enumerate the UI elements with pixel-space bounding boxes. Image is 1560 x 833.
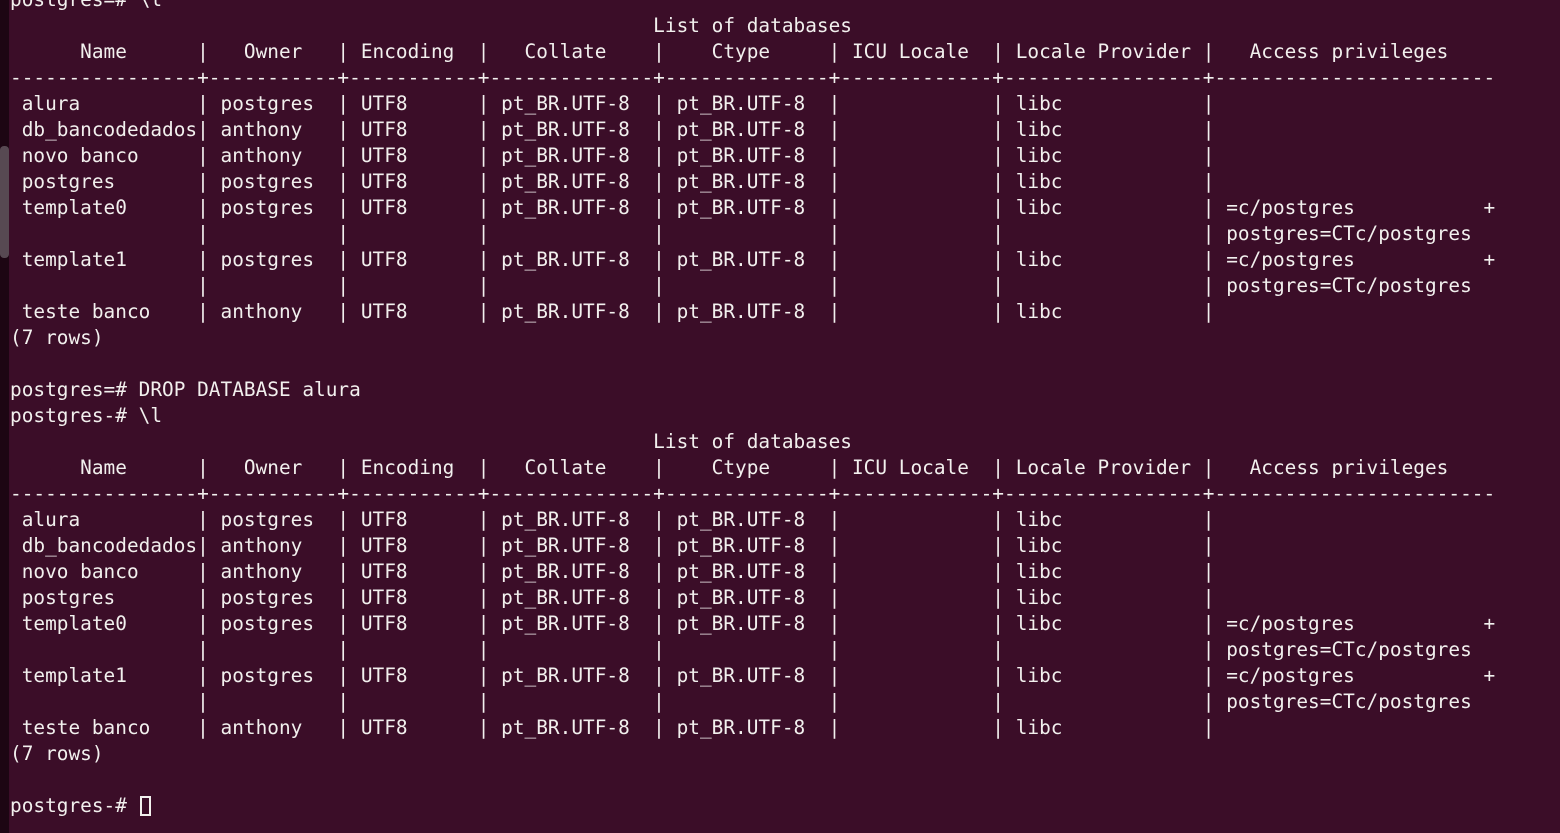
clipped-prompt-text: postgres=# \l xyxy=(10,0,1555,13)
terminal-output: postgres=# \l List of databases Name | O… xyxy=(10,0,1555,819)
clipped-prompt-line: postgres=# \l xyxy=(10,0,1555,13)
terminal-left-gutter xyxy=(0,0,9,833)
terminal-window[interactable]: postgres=# \l List of databases Name | O… xyxy=(0,0,1560,833)
terminal-screen[interactable]: postgres=# \l List of databases Name | O… xyxy=(10,0,1555,833)
scrollbar-thumb[interactable] xyxy=(0,146,9,258)
text-cursor[interactable] xyxy=(139,796,151,816)
output-body: List of databases Name | Owner | Encodin… xyxy=(10,14,1496,817)
